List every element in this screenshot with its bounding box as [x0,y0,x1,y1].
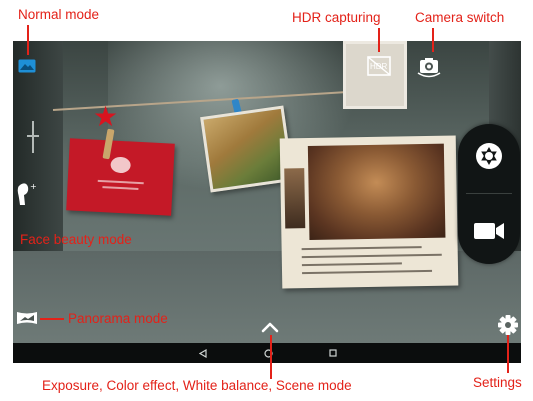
chevron-up-icon [261,322,279,333]
scene-card-line [102,186,139,190]
pointer-panorama [40,318,64,320]
shutter-button[interactable] [470,137,508,175]
scene-poster-side [284,168,306,229]
pointer-settings [507,335,509,373]
home-button[interactable] [258,343,278,363]
system-nav-bar [13,343,521,363]
expand-settings-button[interactable] [257,317,283,337]
scene-poster-text [301,246,422,251]
video-record-button[interactable] [470,213,508,249]
scene-red-card [66,138,175,216]
recents-button[interactable] [323,343,343,363]
callout-face-beauty-mode: Face beauty mode [20,232,132,247]
camera-switch-button[interactable] [415,55,443,79]
back-button[interactable] [193,343,213,363]
shutter-icon [476,143,502,169]
face-beauty-icon: + [17,182,37,205]
pointer-hdr [378,28,380,52]
svg-text:+: + [30,182,37,191]
landscape-icon [18,59,36,73]
capture-divider [466,193,512,194]
scene-poster-text [301,253,442,259]
hdr-button[interactable]: HDR [366,53,392,79]
normal-mode-button[interactable] [17,57,37,75]
panorama-mode-button[interactable] [15,309,39,327]
callout-settings: Settings [473,375,522,390]
pointer-exposure [270,335,272,379]
callout-panorama-mode: Panorama mode [68,311,168,326]
pointer-normal-mode [27,25,29,55]
scene-poster-art [307,143,446,241]
callout-bottom-caption: Exposure, Color effect, White balance, S… [42,378,352,393]
scene-star: ★ [93,101,119,132]
recents-icon [329,349,337,357]
panorama-icon [17,312,37,324]
back-icon [199,348,207,358]
camera-viewfinder[interactable]: ★ HDR + [13,41,521,343]
callout-camera-switch: Camera switch [415,10,505,25]
scene-poster-text [301,262,402,267]
camera-switch-icon [417,58,441,78]
settings-button[interactable] [496,313,520,337]
gear-icon [498,315,518,335]
video-camera-icon [474,223,504,239]
scene-heart [110,156,132,174]
hdr-badge: HDR [370,62,388,71]
scene-poster [279,135,459,289]
callout-normal-mode: Normal mode [18,7,100,22]
scene-card-line [97,179,144,185]
exposure-slider[interactable] [27,121,39,153]
pointer-camera-switch [432,28,434,52]
face-beauty-button[interactable]: + [15,181,39,207]
scene-poster-text [302,269,433,275]
callout-hdr-capturing: HDR capturing [292,10,381,25]
